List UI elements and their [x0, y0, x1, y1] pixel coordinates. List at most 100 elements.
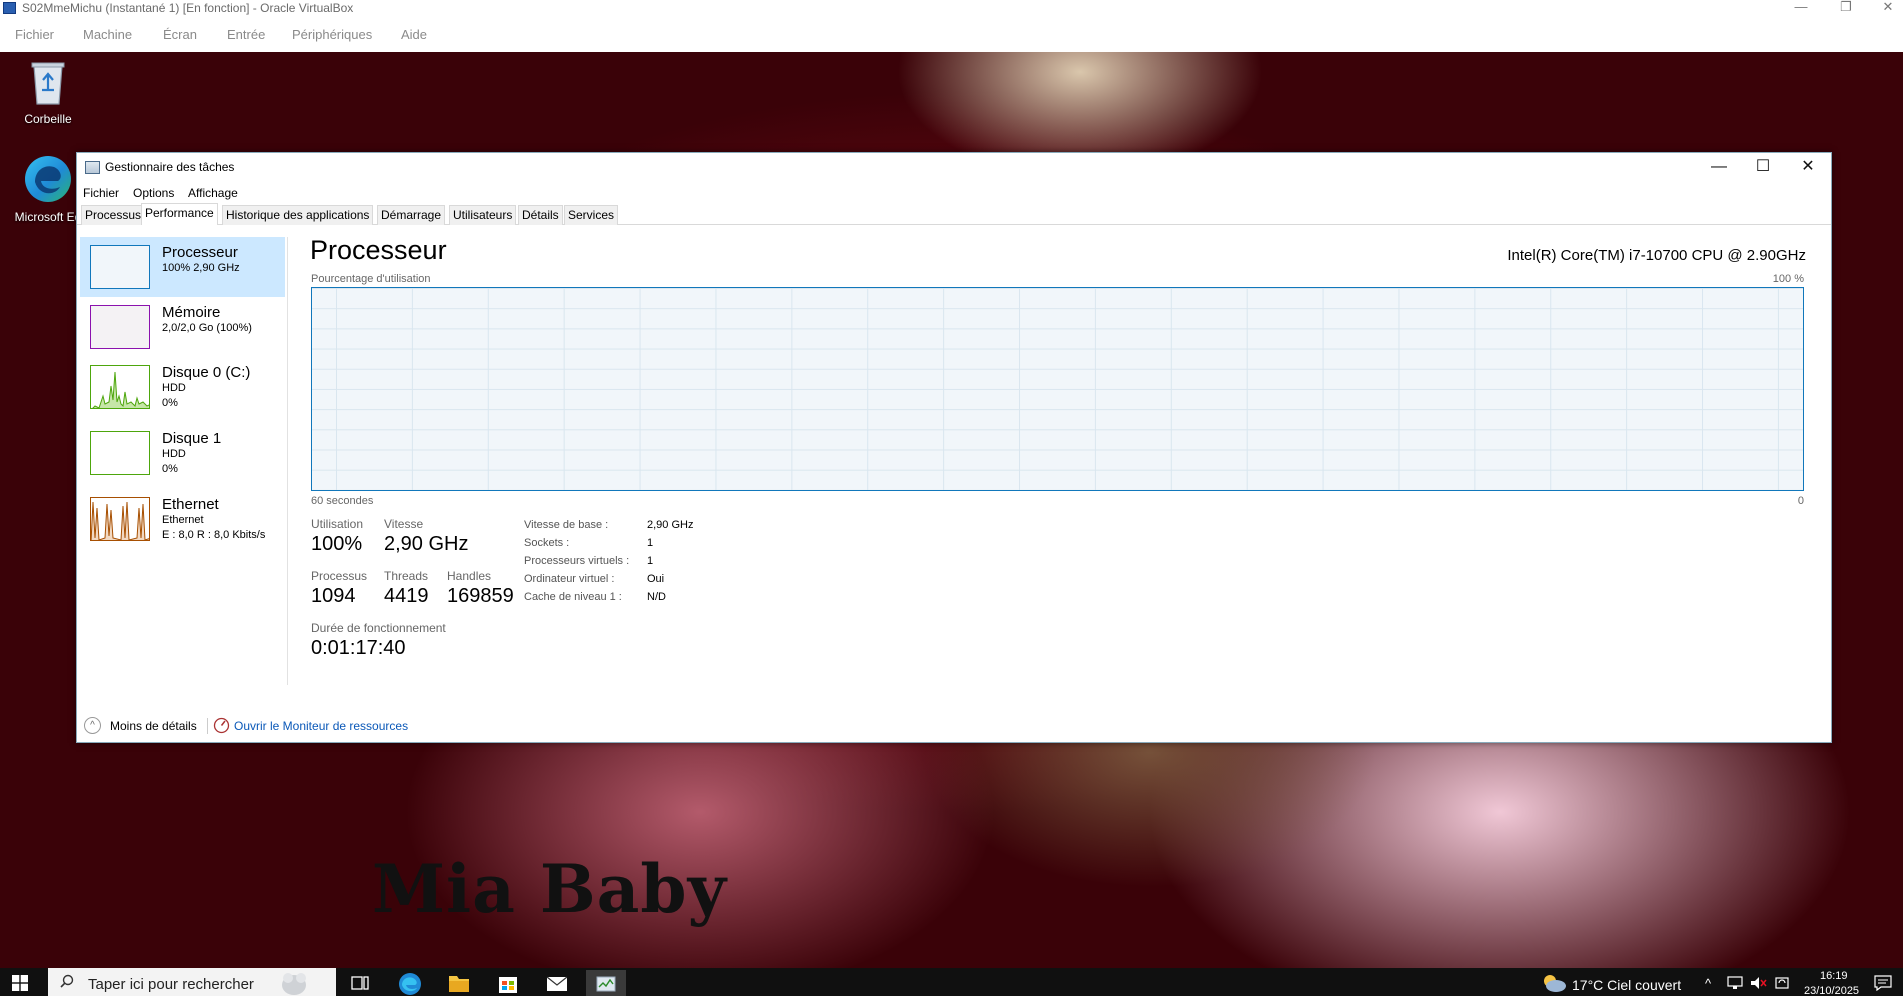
tab-details[interactable]: Détails — [518, 205, 563, 225]
task-manager-titlebar[interactable]: Gestionnaire des tâches — ☐ ✕ — [77, 153, 1831, 183]
mail-icon — [546, 976, 568, 991]
resource-monitor-link[interactable]: Ouvrir le Moniteur de ressources — [234, 719, 408, 733]
edge-icon — [399, 973, 421, 995]
windows-start-icon[interactable] — [12, 975, 28, 991]
sidebar-item-name: Mémoire — [162, 304, 221, 321]
uptime-value: 0:01:17:40 — [311, 637, 406, 659]
graph-y-max: 100 % — [1772, 273, 1804, 285]
tab-performance[interactable]: Performance — [141, 203, 218, 225]
spec-label: Processeurs virtuels : — [524, 555, 630, 567]
spec-label: Ordinateur virtuel : — [524, 573, 615, 585]
taskbar-store[interactable] — [488, 970, 528, 996]
chevron-up-icon[interactable]: ^ — [1705, 976, 1711, 991]
less-details-link[interactable]: Moins de détails — [110, 719, 197, 733]
tab-demarrage[interactable]: Démarrage — [377, 205, 446, 225]
taskbar: Taper ici pour rechercher 17°C Ciel couv… — [0, 968, 1903, 996]
ethernet-sparkline — [91, 501, 149, 540]
graph-y-min: 0 — [1797, 495, 1804, 507]
cpu-usage-graph — [311, 287, 1804, 491]
notification-center-icon[interactable] — [1874, 975, 1892, 991]
chevron-up-icon[interactable]: ^ — [84, 717, 101, 734]
vbox-close-button[interactable]: ✕ — [1873, 0, 1903, 16]
vbox-menu-entree[interactable]: Entrée — [227, 27, 265, 42]
maximize-button[interactable]: ☐ — [1741, 155, 1785, 181]
weather-icon[interactable] — [1538, 971, 1568, 993]
taskbar-task-view[interactable] — [340, 970, 380, 996]
spec-value: N/D — [647, 591, 666, 603]
sync-icon[interactable] — [1774, 975, 1790, 991]
taskbar-file-explorer[interactable] — [439, 970, 479, 996]
graph-x-label: 60 secondes — [311, 495, 374, 507]
graph-y-label: Pourcentage d'utilisation — [311, 273, 431, 285]
minimize-button[interactable]: — — [1697, 155, 1741, 181]
disk0-thumbnail — [90, 365, 150, 409]
recycle-bin-icon — [31, 62, 65, 105]
clock-time[interactable]: 16:19 — [1820, 970, 1848, 982]
sidebar-item-memoire[interactable]: Mémoire 2,0/2,0 Go (100%) — [80, 297, 285, 357]
handles-label: Handles — [447, 569, 492, 583]
vitesse-value: 2,90 GHz — [384, 533, 469, 555]
sidebar-item-name: Disque 0 (C:) — [162, 364, 251, 381]
tab-historique[interactable]: Historique des applications — [222, 205, 374, 225]
spec-label: Sockets : — [524, 537, 570, 549]
vbox-restore-button[interactable]: ❐ — [1831, 0, 1861, 16]
handles-value: 169859 — [447, 585, 514, 607]
performance-sidebar: Processeur 100% 2,90 GHz Mémoire 2,0/2,0… — [77, 237, 289, 677]
ethernet-thumbnail — [90, 497, 150, 541]
processus-label: Processus — [311, 569, 368, 583]
vbox-menubar: Fichier Machine Écran Entrée Périphériqu… — [0, 16, 1903, 52]
sidebar-item-name: Ethernet — [162, 496, 219, 513]
network-icon[interactable] — [1727, 976, 1745, 990]
menu-affichage[interactable]: Affichage — [188, 186, 238, 200]
recycle-bin-label: Corbeille — [24, 112, 72, 126]
search-highlight-icon — [282, 973, 306, 995]
tab-services[interactable]: Services — [564, 205, 619, 225]
spec-value: 1 — [647, 555, 654, 567]
clock-date[interactable]: 23/10/2025 — [1804, 985, 1859, 996]
spec-value: Oui — [647, 573, 665, 585]
spec-label: Cache de niveau 1 : — [524, 591, 622, 603]
disk1-thumbnail — [90, 431, 150, 475]
task-manager-window: Gestionnaire des tâches — ☐ ✕ Fichier Op… — [76, 152, 1832, 743]
vbox-menu-ecran[interactable]: Écran — [163, 27, 197, 42]
sidebar-item-usage: 0% — [162, 397, 178, 409]
tab-processus[interactable]: Processus — [81, 205, 146, 225]
vbox-menu-aide[interactable]: Aide — [401, 27, 427, 42]
task-manager-title: Gestionnaire des tâches — [105, 160, 235, 174]
resource-monitor-icon — [213, 717, 230, 734]
sidebar-item-detail: HDD — [162, 448, 186, 460]
page-title: Processeur — [310, 235, 447, 265]
tab-utilisateurs[interactable]: Utilisateurs — [449, 205, 517, 225]
vbox-menu-peripheriques[interactable]: Périphériques — [292, 27, 372, 42]
wallpaper-watermark: Mia Baby — [372, 850, 727, 928]
taskbar-task-manager[interactable] — [586, 970, 626, 996]
vbox-minimize-button[interactable]: — — [1786, 0, 1816, 16]
utilisation-label: Utilisation — [311, 517, 364, 531]
threads-label: Threads — [384, 569, 429, 583]
weather-text[interactable]: 17°C Ciel couvert — [1572, 977, 1681, 993]
vitesse-label: Vitesse — [384, 517, 424, 531]
sidebar-item-ethernet[interactable]: Ethernet Ethernet E : 8,0 R : 8,0 Kbits/… — [80, 489, 285, 549]
taskbar-mail[interactable] — [537, 970, 577, 996]
task-manager-tabs: Processus Performance Historique des app… — [77, 203, 1831, 225]
task-manager-icon — [596, 976, 616, 992]
desktop-icon-recycle-bin[interactable]: Corbeille — [6, 60, 90, 126]
sidebar-item-usage: 0% — [162, 463, 178, 475]
sidebar-item-detail: 2,0/2,0 Go (100%) — [162, 322, 252, 334]
menu-fichier[interactable]: Fichier — [83, 186, 119, 200]
sidebar-item-disque-0[interactable]: Disque 0 (C:) HDD 0% — [80, 357, 285, 417]
task-manager-icon — [85, 161, 100, 174]
sidebar-item-processeur[interactable]: Processeur 100% 2,90 GHz — [80, 237, 285, 297]
volume-muted-icon[interactable] — [1750, 976, 1768, 990]
sidebar-item-disque-1[interactable]: Disque 1 HDD 0% — [80, 423, 285, 483]
footer-separator — [207, 718, 208, 734]
menu-options[interactable]: Options — [133, 186, 174, 200]
taskbar-edge[interactable] — [390, 970, 430, 996]
taskbar-search[interactable]: Taper ici pour rechercher — [48, 968, 336, 996]
vbox-menu-fichier[interactable]: Fichier — [15, 27, 54, 42]
close-button[interactable]: ✕ — [1786, 155, 1830, 181]
sidebar-item-detail: Ethernet — [162, 514, 204, 526]
uptime-label: Durée de fonctionnement — [311, 621, 446, 635]
spec-value: 2,90 GHz — [647, 519, 694, 531]
vbox-menu-machine[interactable]: Machine — [83, 27, 132, 42]
